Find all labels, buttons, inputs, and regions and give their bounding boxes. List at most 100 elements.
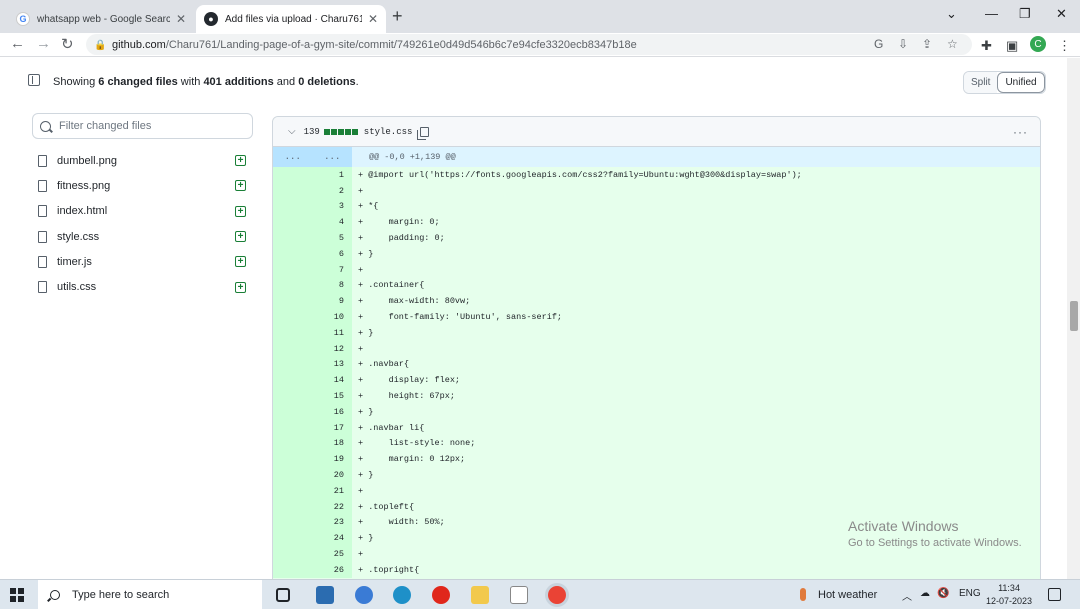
notifications-icon[interactable] [1048,588,1061,601]
new-tab-button[interactable]: + [392,6,403,27]
edge-icon[interactable] [393,586,411,604]
line-number[interactable]: 6 [273,245,352,262]
network-icon[interactable]: ☁ [920,588,930,599]
weather-widget[interactable]: Hot weather [800,588,877,601]
google-lens-icon[interactable]: G [874,37,883,51]
file-explorer-icon[interactable] [471,586,489,604]
profile-avatar[interactable]: C [1030,36,1046,52]
line-number[interactable]: 19 [273,451,352,468]
forward-button[interactable]: → [36,35,51,52]
line-number[interactable]: 8 [273,277,352,294]
extensions-icon[interactable]: ✚ [981,38,992,54]
google-icon: G [16,12,30,26]
line-number[interactable]: 9 [273,293,352,310]
opera-icon[interactable] [432,586,450,604]
line-number[interactable]: 1 [273,167,352,183]
line-number[interactable]: 4 [273,214,352,231]
activate-windows-watermark: Activate Windows Go to Settings to activ… [848,518,1022,549]
expand-hunk-button[interactable]: ...... [273,147,352,167]
line-number[interactable]: 24 [273,530,352,547]
line-code: + .navbar li{ [358,422,425,433]
line-number[interactable]: 15 [273,388,352,404]
windows-start-icon[interactable] [10,588,24,602]
line-number[interactable]: 11 [273,324,352,341]
line-number[interactable]: 22 [273,498,352,515]
line-number[interactable]: 14 [273,372,352,389]
close-tab-icon[interactable]: ✕ [176,12,186,26]
line-number[interactable]: 10 [273,309,352,325]
diff-line: 11 + } [273,324,1040,341]
tray-chevron-icon[interactable]: ︿ [902,588,912,603]
split-view-button[interactable]: Split [964,72,998,93]
file-item[interactable]: style.css + [38,224,250,249]
tab-google-search[interactable]: G whatsapp web - Google Search ✕ [8,5,194,33]
diff-line: 22 + .topleft{ [273,498,1040,515]
line-number[interactable]: 25 [273,546,352,562]
file-item[interactable]: fitness.png + [38,173,250,198]
line-number[interactable]: 3 [273,198,352,215]
reload-button[interactable]: ↻ [61,35,74,53]
notepad-icon[interactable] [510,586,528,604]
tab-github-commit[interactable]: ● Add files via upload · Charu761/L ✕ [196,5,386,33]
line-number[interactable]: 26 [273,561,352,578]
diff-line: 3 + *{ [273,198,1040,215]
side-panel-icon[interactable]: ▣ [1006,38,1018,54]
file-item[interactable]: index.html + [38,199,250,224]
line-number[interactable]: 21 [273,482,352,499]
share-icon[interactable]: ⇪ [922,37,932,51]
line-code: + .navbar{ [358,359,410,370]
address-bar[interactable]: 🔒 github.com/Charu761/Landing-page-of-a-… [86,34,972,55]
clock[interactable]: 11:34 12-07-2023 [986,582,1032,608]
unified-view-button[interactable]: Unified [997,72,1045,93]
file-item[interactable]: timer.js + [38,249,250,274]
diff-filename[interactable]: style.css [364,127,413,137]
restore-button[interactable]: ❐ [1019,6,1031,22]
chrome-alt-icon[interactable] [355,586,373,604]
tab-strip: G whatsapp web - Google Search ✕ ● Add f… [0,0,1080,33]
diff-line: 12 + [273,340,1040,357]
page-scrollbar[interactable] [1067,58,1080,579]
tab-search-icon[interactable]: ⌄ [946,6,957,22]
line-number[interactable]: 7 [273,261,352,278]
minimize-button[interactable]: — [985,6,998,21]
more-options-icon[interactable]: ··· [1013,125,1028,139]
diff-line: 26 + .topright{ [273,561,1040,578]
diff-line: 5 + padding: 0; [273,230,1040,246]
line-number[interactable]: 2 [273,182,352,199]
language-indicator[interactable]: ENG [959,588,981,599]
line-number[interactable]: 20 [273,467,352,483]
line-number[interactable]: 16 [273,403,352,420]
browser-menu-icon[interactable]: ⋮ [1058,38,1071,54]
volume-icon[interactable]: 🔇 [937,588,949,599]
changed-files-list: dumbell.png + fitness.png + index.html + st… [38,148,250,300]
line-number[interactable]: 5 [273,230,352,246]
file-tree-toggle-icon[interactable] [28,74,40,86]
file-item[interactable]: utils.css + [38,274,250,299]
file-item[interactable]: dumbell.png + [38,148,250,173]
line-code: + .topright{ [358,564,420,575]
chrome-icon[interactable] [548,586,566,604]
back-button[interactable]: ← [10,35,25,52]
copy-icon[interactable] [417,126,430,140]
line-number[interactable]: 18 [273,435,352,452]
close-tab-icon[interactable]: ✕ [368,12,378,26]
line-number[interactable]: 13 [273,356,352,373]
taskbar-search[interactable]: Type here to search [38,580,262,610]
collapse-chevron-icon[interactable]: ⌵ [288,126,296,137]
line-code: + display: flex; [358,375,461,386]
line-code: + margin: 0; [358,217,440,228]
close-window-button[interactable]: ✕ [1056,6,1067,22]
mail-icon[interactable] [316,586,334,604]
install-icon[interactable]: ⇩ [898,37,908,51]
task-view-icon[interactable] [276,588,290,602]
scrollbar-thumb[interactable] [1070,301,1078,331]
windows-taskbar: Type here to search Hot weather ︿ ☁ 🔇 EN… [0,579,1080,610]
line-number[interactable]: 23 [273,514,352,531]
line-code: + height: 67px; [358,391,455,402]
bookmark-star-icon[interactable]: ☆ [947,37,958,51]
line-number[interactable]: 17 [273,419,352,436]
line-code: + .container{ [358,280,425,291]
filter-files-input[interactable] [59,120,239,132]
search-icon [40,120,51,132]
line-number[interactable]: 12 [273,340,352,357]
